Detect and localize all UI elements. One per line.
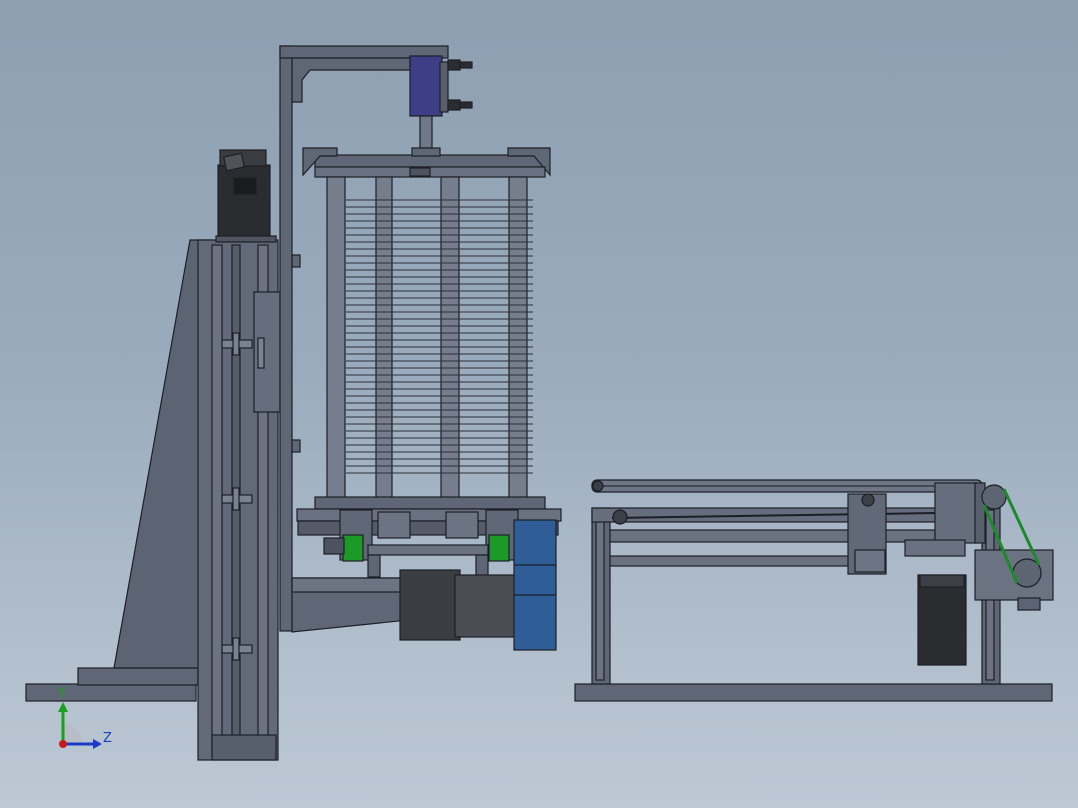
air-fittings (447, 59, 473, 111)
base-plate-left (25, 683, 197, 702)
stepper-motor (917, 574, 967, 666)
rack-top-plate (314, 154, 546, 168)
base-step (77, 667, 199, 686)
coordinate-triad (58, 702, 102, 749)
idler-pulley (612, 509, 628, 525)
pneumatic-cylinder (409, 55, 443, 117)
servo-motor-top (217, 164, 271, 241)
gear-motor-dark (399, 569, 461, 641)
triangular-support (113, 239, 213, 669)
lifting-machine (25, 45, 562, 761)
wafer-slot-stack (346, 199, 533, 474)
drive-housing (934, 482, 978, 544)
rack-rods (326, 176, 528, 500)
rack-bottom-plate (314, 496, 546, 510)
conveyor-machine (574, 479, 1054, 702)
base-plate-right (574, 683, 1053, 702)
y-axis-label: Y (58, 686, 66, 701)
assembly-drawing[interactable] (0, 0, 1078, 808)
blue-motor-block (513, 519, 557, 651)
lifting-frame (279, 45, 293, 632)
cad-viewport[interactable]: Y Z (0, 0, 1078, 808)
z-axis-label: Z (103, 731, 112, 746)
